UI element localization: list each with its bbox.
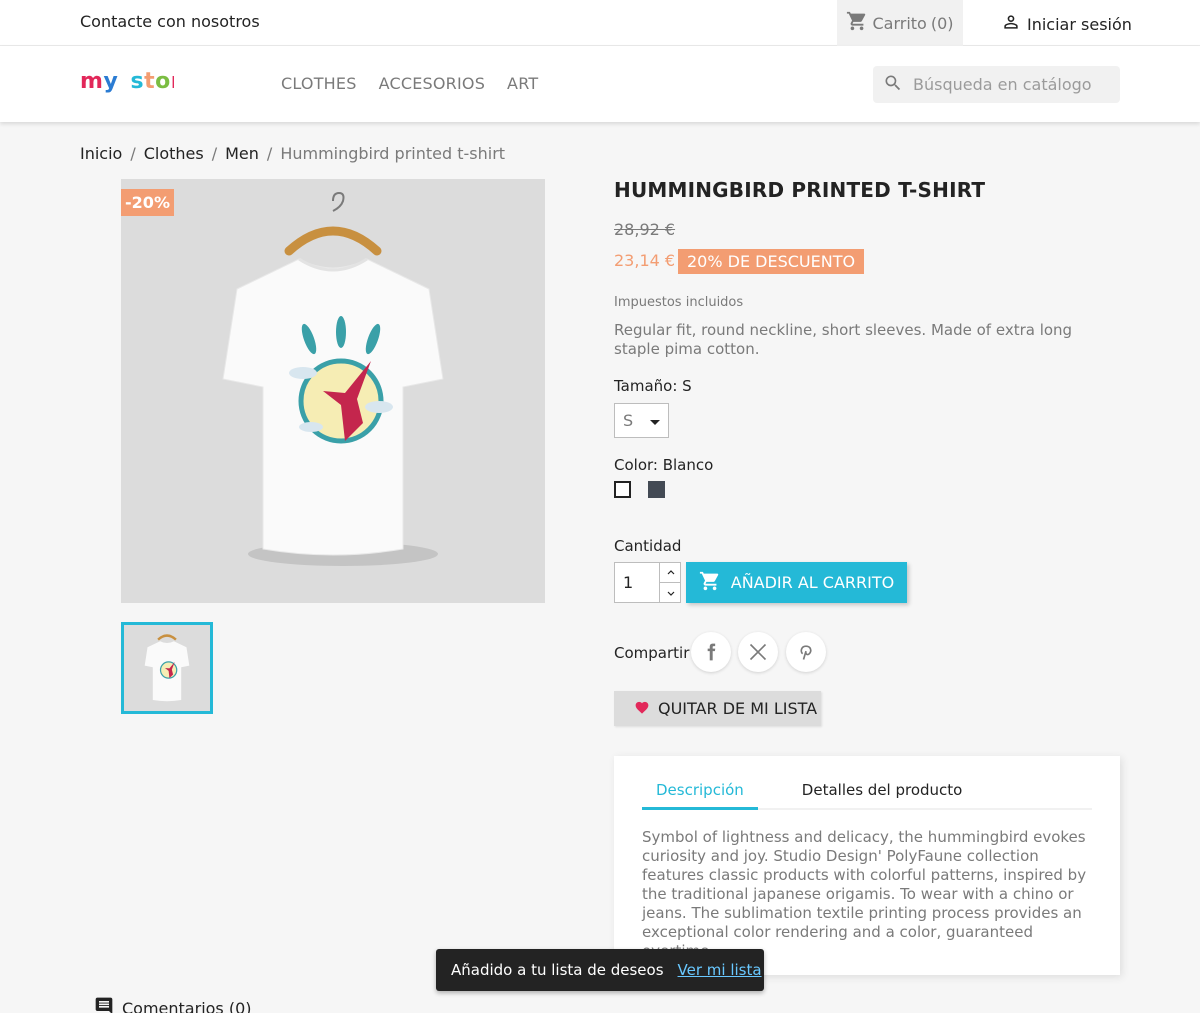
color-label: Color: Blanco: [614, 456, 714, 474]
toast-message: Añadido a tu lista de deseos: [451, 961, 664, 979]
logo-image: my store: [80, 69, 197, 94]
product-thumbnail[interactable]: [121, 622, 213, 714]
regular-price: 28,92 €: [614, 220, 676, 239]
product-title: HUMMINGBIRD PRINTED T-SHIRT: [614, 178, 986, 202]
tax-label: Impuestos incluidos: [614, 295, 744, 310]
cart-label: Carrito: [872, 13, 927, 33]
cart-count: (0): [930, 13, 954, 33]
current-price: 23,14 €: [614, 251, 676, 270]
cart-icon: [699, 570, 721, 596]
menu-item-clothes[interactable]: CLOTHES: [281, 74, 357, 93]
tabs-nav: Descripción Detalles del producto: [642, 778, 1092, 810]
facebook-icon: [707, 643, 716, 661]
breadcrumb-separator: /: [130, 144, 136, 163]
chevron-down-icon: [667, 591, 674, 596]
product-description: Symbol of lightness and delicacy, the hu…: [642, 828, 1087, 960]
comments-label: Comentarios (0): [122, 998, 252, 1013]
menu-item-art[interactable]: ART: [507, 74, 538, 93]
thumbnail-image: [144, 634, 190, 702]
chevron-up-icon: [667, 570, 674, 575]
store-logo[interactable]: my store: [80, 66, 197, 102]
search-icon[interactable]: [883, 73, 903, 97]
facebook-share-button[interactable]: [691, 632, 731, 672]
pinterest-share-button[interactable]: [786, 632, 826, 672]
breadcrumb-home[interactable]: Inicio: [80, 144, 122, 163]
share-label: Compartir: [614, 644, 690, 662]
tshirt-image: [222, 191, 444, 566]
breadcrumb-clothes[interactable]: Clothes: [144, 144, 204, 163]
wishlist-button-label: QUITAR DE MI LISTA: [658, 699, 818, 718]
remove-from-wishlist-button[interactable]: QUITAR DE MI LISTA: [614, 691, 821, 726]
comments-section-header[interactable]: Comentarios (0): [94, 996, 252, 1013]
size-select-value: S: [623, 411, 634, 430]
tab-detalles[interactable]: Detalles del producto: [788, 778, 977, 810]
top-bar: Contacte con nosotros Carrito (0) Inicia…: [0, 0, 1200, 46]
breadcrumb-separator: /: [266, 144, 273, 163]
size-select[interactable]: S: [614, 403, 669, 438]
short-description: Regular fit, round neckline, short sleev…: [614, 321, 1073, 358]
breadcrumb-men[interactable]: Men: [225, 144, 259, 163]
user-icon: [1001, 12, 1021, 36]
view-wishlist-link[interactable]: Ver mi lista: [678, 961, 762, 979]
quantity-label: Cantidad: [614, 537, 682, 555]
breadcrumb: Inicio / Clothes / Men / Hummingbird pri…: [80, 144, 505, 163]
main-header: my store CLOTHES ACCESORIOS ART: [0, 46, 1200, 122]
search-input[interactable]: [913, 75, 1113, 94]
product-cover-image[interactable]: [121, 179, 545, 603]
size-label: Tamaño: S: [614, 377, 692, 395]
caret-down-icon: [650, 411, 660, 430]
signin-label: Iniciar sesión: [1027, 14, 1132, 34]
discount-badge: 20% DE DESCUENTO: [678, 249, 865, 274]
quantity-stepper: [614, 562, 681, 603]
main-menu: CLOTHES ACCESORIOS ART: [281, 74, 538, 93]
add-to-cart-label: AÑADIR AL CARRITO: [730, 573, 895, 592]
cart-button[interactable]: Carrito (0): [837, 0, 963, 46]
quantity-increase-button[interactable]: [659, 563, 681, 583]
quantity-input[interactable]: [623, 573, 653, 592]
menu-item-accesorios[interactable]: ACCESORIOS: [379, 74, 485, 93]
x-share-button[interactable]: [738, 632, 778, 672]
comment-icon: [94, 996, 114, 1013]
quantity-decrease-button[interactable]: [659, 583, 681, 603]
tab-descripcion[interactable]: Descripción: [642, 778, 758, 810]
heart-icon: [634, 699, 650, 718]
discount-flag: -20%: [121, 189, 174, 216]
breadcrumb-current: Hummingbird printed t-shirt: [280, 144, 506, 163]
pinterest-icon: [800, 645, 812, 660]
signin-link[interactable]: Iniciar sesión: [1001, 12, 1132, 36]
search-box: [873, 66, 1120, 103]
product-tabs: Descripción Detalles del producto Symbol…: [614, 756, 1120, 975]
color-swatch-white[interactable]: [614, 481, 631, 498]
wishlist-toast: Añadido a tu lista de deseos Ver mi list…: [436, 949, 764, 991]
contact-link[interactable]: Contacte con nosotros: [80, 12, 260, 31]
svg-text:my store: my store: [80, 69, 174, 94]
add-to-cart-button[interactable]: AÑADIR AL CARRITO: [686, 562, 907, 603]
breadcrumb-separator: /: [211, 144, 218, 163]
color-swatch-grey[interactable]: [648, 481, 665, 498]
x-icon: [749, 643, 767, 661]
cart-icon: [846, 10, 868, 36]
